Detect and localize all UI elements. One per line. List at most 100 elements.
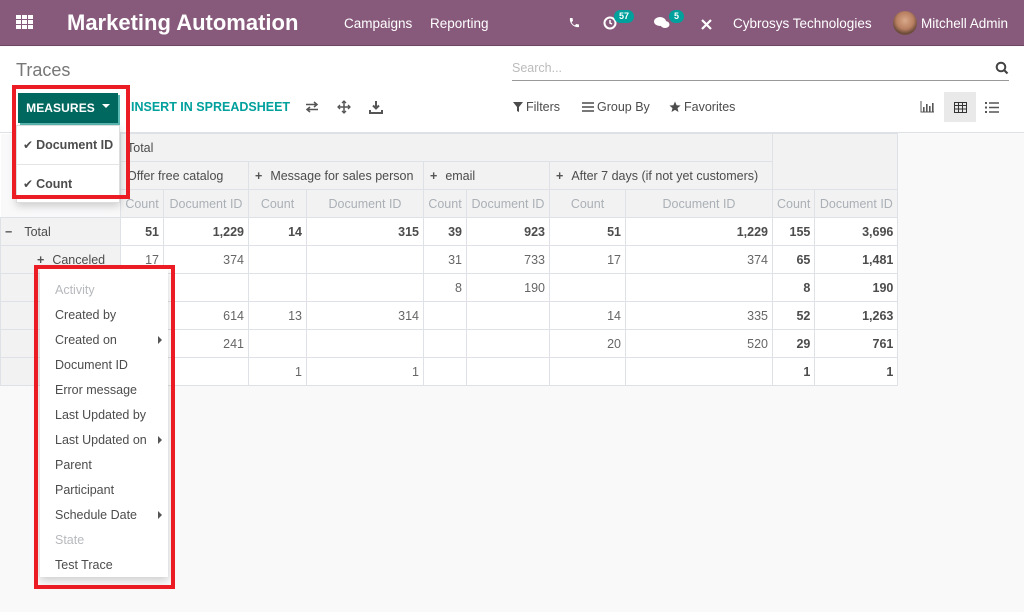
groupby-option[interactable]: Participant (40, 477, 168, 502)
breadcrumb[interactable]: Traces (16, 60, 70, 81)
company-switcher[interactable]: Cybrosys Technologies (733, 16, 872, 31)
pivot-total-cell[interactable]: 52 (771, 301, 816, 330)
expand-all-icon[interactable] (337, 100, 351, 114)
pivot-cell[interactable] (248, 245, 307, 274)
pivot-cell[interactable]: 520 (625, 329, 773, 358)
pivot-cell[interactable]: 20 (549, 329, 626, 358)
search-input[interactable] (512, 59, 982, 75)
measure-header[interactable]: Count (423, 189, 467, 218)
groupby-option[interactable]: Last Updated on (40, 427, 168, 452)
pivot-total-cell[interactable]: 29 (771, 329, 816, 358)
pivot-total-cell[interactable]: 761 (814, 329, 899, 358)
pivot-cell[interactable]: 14 (248, 217, 307, 246)
phone-icon[interactable] (568, 17, 580, 29)
groupby-option[interactable]: Schedule Date (40, 502, 168, 527)
pivot-total-cell[interactable]: 1 (814, 357, 899, 386)
pivot-cell[interactable] (625, 273, 773, 302)
pivot-cell[interactable]: 17 (549, 245, 626, 274)
pivot-cell[interactable]: 14 (549, 301, 626, 330)
pivot-cell[interactable]: 923 (466, 217, 550, 246)
pivot-cell[interactable]: 8 (423, 273, 467, 302)
pivot-cell[interactable]: 31 (423, 245, 467, 274)
pivot-cell[interactable]: 241 (163, 329, 249, 358)
apps-menu-icon[interactable] (16, 15, 33, 29)
measure-header[interactable]: Count (549, 189, 626, 218)
menu-campaigns[interactable]: Campaigns (344, 16, 412, 31)
list-view-button[interactable] (976, 92, 1008, 122)
insert-in-spreadsheet-button[interactable]: INSERT IN SPREADSHEET (131, 100, 290, 114)
pivot-cell[interactable] (306, 329, 424, 358)
row-header[interactable]: − Total (0, 217, 121, 246)
pivot-total-cell[interactable]: 190 (814, 273, 899, 302)
pivot-cell[interactable]: 190 (466, 273, 550, 302)
groupby-option[interactable]: Document ID (40, 352, 168, 377)
graph-view-button[interactable] (911, 92, 943, 122)
pivot-cell[interactable] (466, 301, 550, 330)
measure-header[interactable]: Document ID (625, 189, 773, 218)
measure-header[interactable]: Count (120, 189, 164, 218)
pivot-cell[interactable] (248, 273, 307, 302)
pivot-cell[interactable] (163, 357, 249, 386)
pivot-view-button[interactable] (944, 92, 976, 122)
measure-header[interactable]: Count (248, 189, 307, 218)
measure-header[interactable]: Document ID (814, 189, 899, 218)
pivot-cell[interactable]: 335 (625, 301, 773, 330)
download-icon[interactable] (369, 100, 383, 114)
pivot-cell[interactable] (625, 357, 773, 386)
pivot-cell[interactable] (466, 329, 550, 358)
measure-option-document-id[interactable]: ✔ Document ID (17, 126, 119, 164)
pivot-cell[interactable] (306, 245, 424, 274)
search-icon[interactable] (995, 61, 1009, 75)
measure-option-count[interactable]: ✔ Count (17, 164, 119, 202)
measure-header[interactable]: Document ID (306, 189, 424, 218)
pivot-total-cell[interactable]: 155 (771, 217, 816, 246)
user-menu[interactable]: Mitchell Admin (921, 16, 1008, 31)
groupby-option[interactable]: Last Updated by (40, 402, 168, 427)
groupby-option[interactable]: Created by (40, 302, 168, 327)
pivot-cell[interactable]: 1 (306, 357, 424, 386)
pivot-cell[interactable]: 733 (466, 245, 550, 274)
pivot-cell[interactable]: 314 (306, 301, 424, 330)
pivot-cell[interactable] (423, 357, 467, 386)
pivot-cell[interactable]: 1,229 (625, 217, 773, 246)
pivot-cell[interactable]: 374 (625, 245, 773, 274)
pivot-total-cell[interactable]: 1,263 (814, 301, 899, 330)
col-header-group[interactable]: + After 7 days (if not yet customers) (549, 161, 773, 190)
pivot-cell[interactable] (423, 301, 467, 330)
groupby-option[interactable]: Parent (40, 452, 168, 477)
measure-header[interactable]: Document ID (163, 189, 249, 218)
pivot-cell[interactable]: 315 (306, 217, 424, 246)
measure-header[interactable]: Document ID (466, 189, 550, 218)
measure-header[interactable]: Count (771, 189, 816, 218)
pivot-cell[interactable] (423, 329, 467, 358)
pivot-cell[interactable]: 13 (248, 301, 307, 330)
col-header-group[interactable]: + Message for sales person (248, 161, 424, 190)
col-header-total[interactable]: Total (120, 133, 773, 162)
pivot-cell[interactable] (163, 273, 249, 302)
pivot-total-cell[interactable]: 1,481 (814, 245, 899, 274)
pivot-cell[interactable] (466, 357, 550, 386)
pivot-total-cell[interactable]: 65 (771, 245, 816, 274)
pivot-cell[interactable]: 39 (423, 217, 467, 246)
pivot-cell[interactable]: 374 (163, 245, 249, 274)
pivot-cell[interactable] (549, 357, 626, 386)
pivot-total-cell[interactable]: 3,696 (814, 217, 899, 246)
pivot-total-cell[interactable]: 8 (771, 273, 816, 302)
pivot-cell[interactable]: 614 (163, 301, 249, 330)
tools-icon[interactable] (700, 18, 713, 31)
menu-reporting[interactable]: Reporting (430, 16, 489, 31)
col-header-group[interactable]: + email (423, 161, 550, 190)
groupby-option[interactable]: Created on (40, 327, 168, 352)
pivot-cell[interactable]: 51 (120, 217, 164, 246)
pivot-total-cell[interactable]: 1 (771, 357, 816, 386)
pivot-cell[interactable]: 51 (549, 217, 626, 246)
pivot-cell[interactable] (248, 329, 307, 358)
user-avatar[interactable] (893, 11, 917, 35)
messages-icon[interactable] (654, 16, 670, 30)
favorites-button[interactable]: Favorites (669, 100, 735, 114)
pivot-cell[interactable] (549, 273, 626, 302)
col-header-group[interactable]: Offer free catalog (120, 161, 249, 190)
pivot-cell[interactable] (306, 273, 424, 302)
pivot-cell[interactable]: 1 (248, 357, 307, 386)
groupby-option[interactable]: Test Trace (40, 552, 168, 577)
